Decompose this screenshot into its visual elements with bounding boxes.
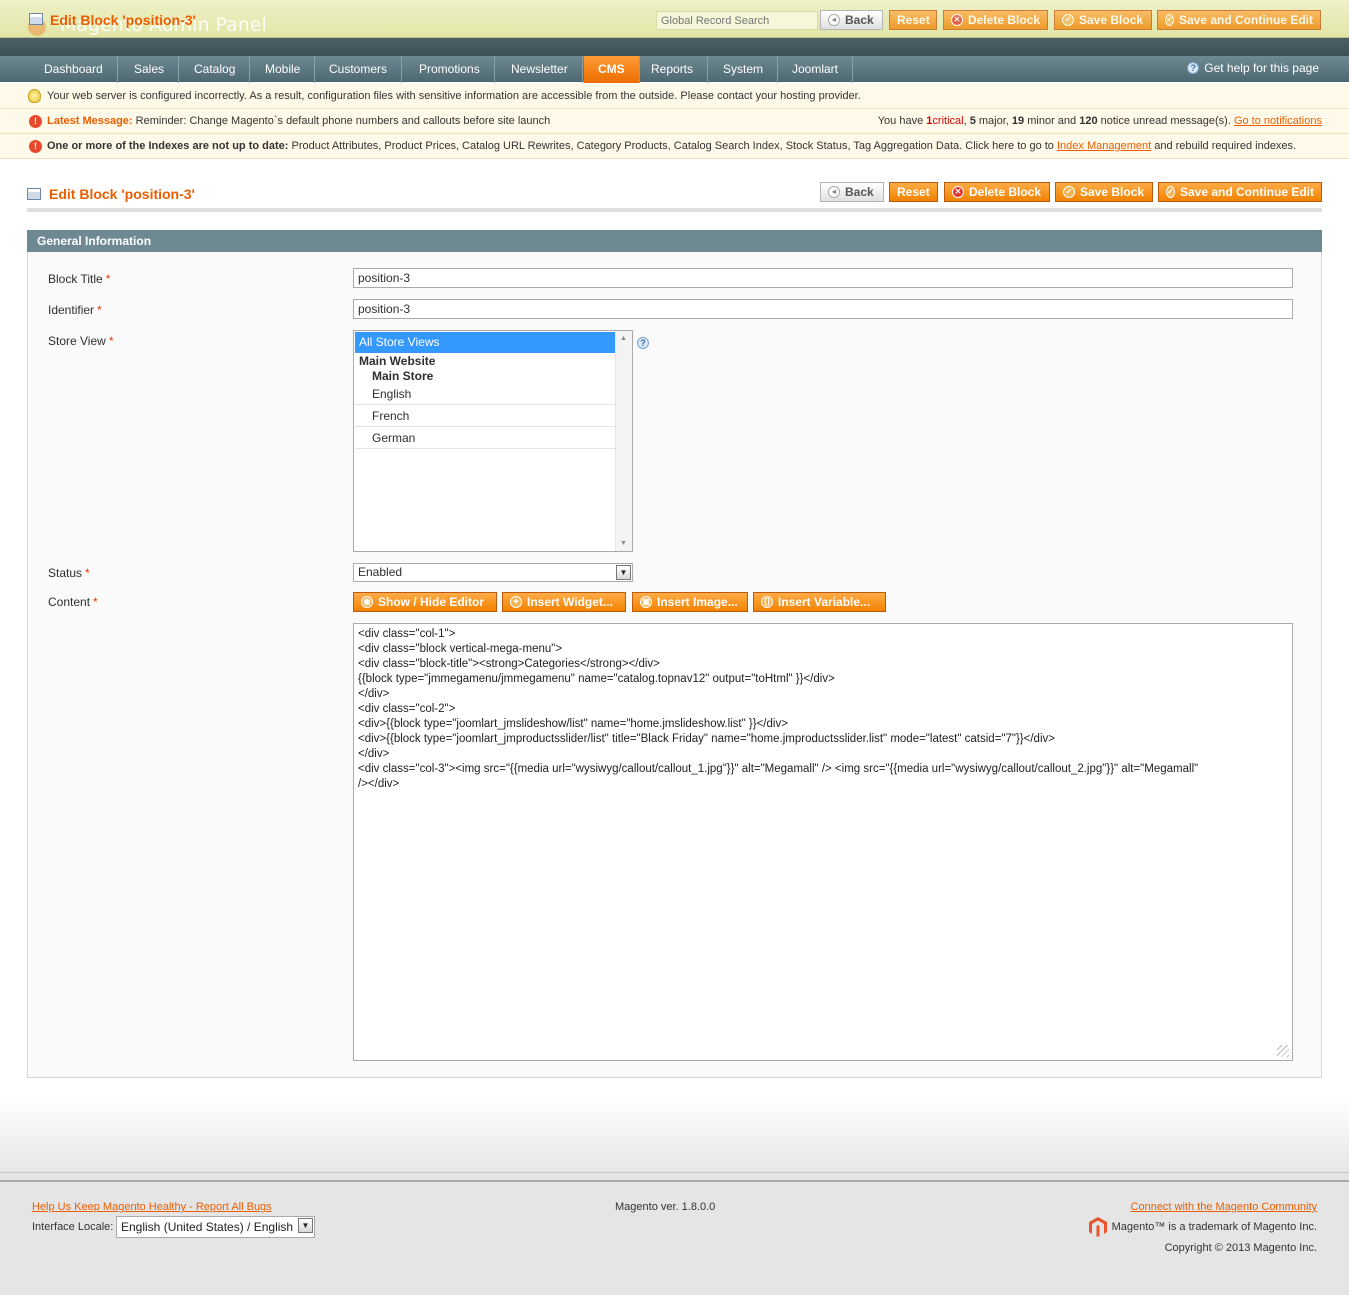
nav-system[interactable]: System xyxy=(709,56,779,83)
show-hide-editor-button[interactable]: ◉ Show / Hide Editor xyxy=(353,592,497,612)
store-group-store: Main Store xyxy=(372,369,434,383)
delete-block-button[interactable]: ✕ Delete Block xyxy=(943,10,1048,30)
trademark-text: Magento™ is a trademark of Magento Inc. xyxy=(1111,1221,1317,1233)
report-bugs-link[interactable]: Help Us Keep Magento Healthy - Report Al… xyxy=(32,1201,272,1213)
insert-image-button[interactable]: ▣ Insert Image... xyxy=(632,592,748,612)
chevron-down-icon: ▼ xyxy=(616,565,631,580)
delete-icon: ✕ xyxy=(951,14,963,26)
community-link[interactable]: Connect with the Magento Community xyxy=(1131,1201,1317,1213)
block-title-input[interactable] xyxy=(353,268,1293,288)
nav-reports[interactable]: Reports xyxy=(637,56,709,83)
insert-widget-button[interactable]: ✦ Insert Widget... xyxy=(502,592,626,612)
page-icon xyxy=(27,188,41,200)
chevron-down-icon: ▼ xyxy=(298,1218,313,1233)
nav-promotions[interactable]: Promotions xyxy=(405,56,495,83)
block-title-label: Block Title * xyxy=(48,272,111,286)
footer-divider xyxy=(0,1180,1349,1182)
insert-variable-button[interactable]: {} Insert Variable... xyxy=(753,592,886,612)
help-icon[interactable]: ? xyxy=(637,337,649,349)
page-title: Edit Block 'position-3' xyxy=(49,186,195,202)
nav-dashboard[interactable]: Dashboard xyxy=(30,56,118,83)
content-label: Content * xyxy=(48,595,98,609)
back-button[interactable]: ◂ Back xyxy=(820,182,884,202)
scroll-up-icon[interactable]: ▲ xyxy=(620,335,627,342)
magento-logo-icon xyxy=(1089,1217,1107,1237)
locale-select[interactable]: English (United States) / English ▼ xyxy=(116,1216,315,1238)
help-link[interactable]: ? Get help for this page xyxy=(1187,61,1319,75)
footer-fade xyxy=(0,1098,1349,1172)
notification-summary: You have 1critical, 5 major, 19 minor an… xyxy=(877,115,1322,127)
nav-customers[interactable]: Customers xyxy=(315,56,403,83)
index-management-link[interactable]: Index Management xyxy=(1057,140,1151,152)
nav-cms[interactable]: CMS xyxy=(584,56,640,83)
back-arrow-icon: ◂ xyxy=(828,14,840,26)
latest-message: ! Latest Message: Reminder: Change Magen… xyxy=(0,109,1349,134)
divider xyxy=(27,208,1322,212)
section-header: General Information xyxy=(27,230,1322,252)
alert-icon: ! xyxy=(29,140,42,153)
page-icon xyxy=(29,13,43,25)
identifier-input[interactable] xyxy=(353,299,1293,319)
locale-label: Interface Locale: xyxy=(32,1221,114,1233)
check-icon: ✓ xyxy=(1062,14,1074,26)
lightbulb-icon xyxy=(28,89,41,103)
header-divider xyxy=(0,38,1349,55)
status-label: Status * xyxy=(48,566,90,580)
back-button[interactable]: ◂ Back xyxy=(820,10,883,30)
check-icon: ✓ xyxy=(1063,186,1075,198)
store-option-german[interactable]: German xyxy=(355,428,615,449)
save-block-button[interactable]: ✓ Save Block xyxy=(1054,10,1152,30)
save-block-button[interactable]: ✓ Save Block xyxy=(1055,182,1153,202)
index-message: ! One or more of the Indexes are not up … xyxy=(0,134,1349,159)
store-option-english[interactable]: English xyxy=(355,384,615,405)
eye-icon: ◉ xyxy=(361,596,373,608)
content-textarea[interactable]: <div class="col-1"> <div class="block ve… xyxy=(353,623,1293,1061)
store-view-label: Store View * xyxy=(48,334,114,348)
magento-version: Magento ver. 1.8.0.0 xyxy=(615,1201,716,1213)
scrollbar[interactable]: ▲ ▼ xyxy=(615,331,632,551)
check-icon: ✓ xyxy=(1166,186,1175,198)
store-option-all[interactable]: All Store Views xyxy=(355,332,615,353)
config-warning-message: Your web server is configured incorrectl… xyxy=(0,84,1349,109)
back-arrow-icon: ◂ xyxy=(828,186,840,198)
resize-handle-icon[interactable] xyxy=(1277,1045,1289,1057)
alert-icon: ! xyxy=(29,115,42,128)
nav-newsletter[interactable]: Newsletter xyxy=(497,56,583,83)
copyright-text: Copyright © 2013 Magento Inc. xyxy=(1164,1242,1317,1254)
widget-icon: ✦ xyxy=(510,596,522,608)
status-select[interactable]: Enabled ▼ xyxy=(353,563,633,582)
nav-catalog[interactable]: Catalog xyxy=(180,56,251,83)
identifier-label: Identifier * xyxy=(48,303,102,317)
nav-joomlart[interactable]: Joomlart xyxy=(778,56,854,83)
save-continue-button[interactable]: ✓ Save and Continue Edit xyxy=(1158,182,1322,202)
go-to-notifications-link[interactable]: Go to notifications xyxy=(1234,115,1322,127)
nav-mobile[interactable]: Mobile xyxy=(251,56,316,83)
delete-icon: ✕ xyxy=(952,186,964,198)
help-icon: ? xyxy=(1187,62,1200,74)
check-icon: ✓ xyxy=(1165,14,1174,26)
global-search-input[interactable] xyxy=(656,11,818,30)
store-option-french[interactable]: French xyxy=(355,406,615,427)
save-continue-button[interactable]: ✓ Save and Continue Edit xyxy=(1157,10,1321,30)
variable-icon: {} xyxy=(761,596,773,608)
reset-button[interactable]: Reset xyxy=(889,182,938,202)
scroll-down-icon[interactable]: ▼ xyxy=(620,540,627,547)
main-nav: Dashboard Sales Catalog Mobile Customers… xyxy=(0,55,1349,83)
reset-button[interactable]: Reset xyxy=(889,10,937,30)
store-group-website: Main Website xyxy=(359,354,436,368)
store-view-multiselect[interactable]: All Store Views Main Website Main Store … xyxy=(353,330,633,552)
nav-sales[interactable]: Sales xyxy=(120,56,180,83)
delete-block-button[interactable]: ✕ Delete Block xyxy=(944,182,1050,202)
floating-page-title: Edit Block 'position-3' xyxy=(50,12,196,28)
image-icon: ▣ xyxy=(640,596,652,608)
